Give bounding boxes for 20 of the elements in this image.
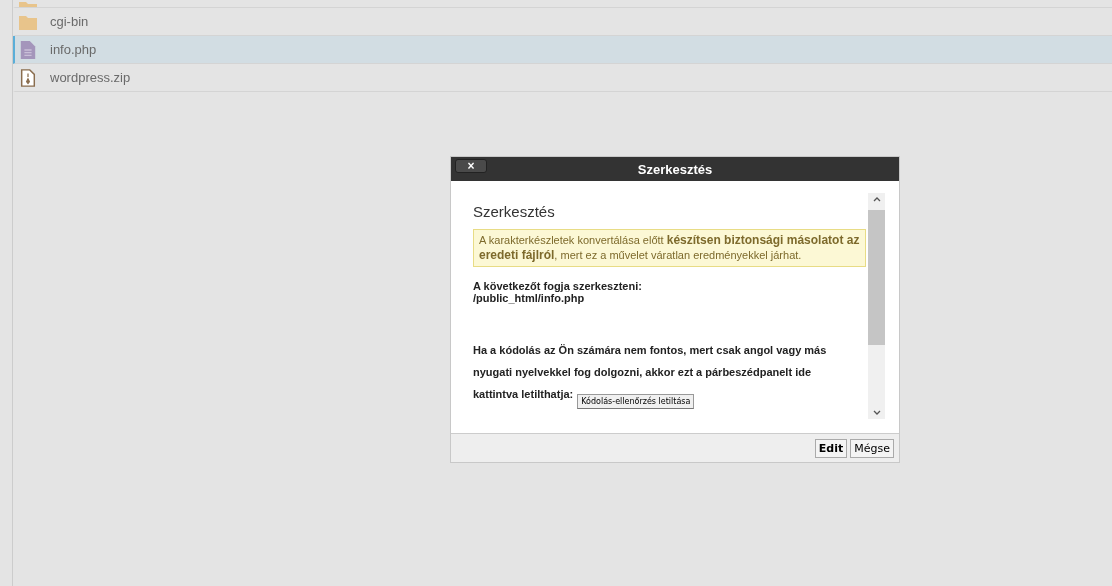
file-row[interactable]: info.php [13,36,1112,64]
file-name[interactable]: info.php [50,42,97,57]
dialog-heading: Szerkesztés [473,203,556,220]
scroll-down-icon[interactable] [872,410,881,415]
cancel-button[interactable]: Mégse [850,438,894,458]
dialog-title: Szerkesztés [637,161,713,177]
edit-label: A következőt fogja szerkeszteni: [473,280,643,292]
folder-icon [19,13,37,30]
scrollbar[interactable] [868,193,885,419]
disable-encoding-button[interactable]: Kódolás-ellenőrzés letiltása [577,394,695,409]
file-name[interactable]: cgi-bin [50,14,89,29]
document-icon [19,40,37,59]
scroll-up-icon[interactable] [872,197,881,202]
file-path: /public_html/info.php [473,292,586,304]
close-button[interactable]: × [455,159,487,173]
encoding-note-end: kattintva letilthatja: [473,387,574,402]
edit-button[interactable]: Edit [814,438,848,458]
warning-message: A karakterkészletek konvertálása előtt készítsen biztonsági másolatot az eredeti fájlról, mert ez a művelet váratlan eredményekkel járhat. [473,229,866,267]
file-name[interactable]: wordpress.zip [50,70,131,85]
archive-icon [19,68,37,87]
